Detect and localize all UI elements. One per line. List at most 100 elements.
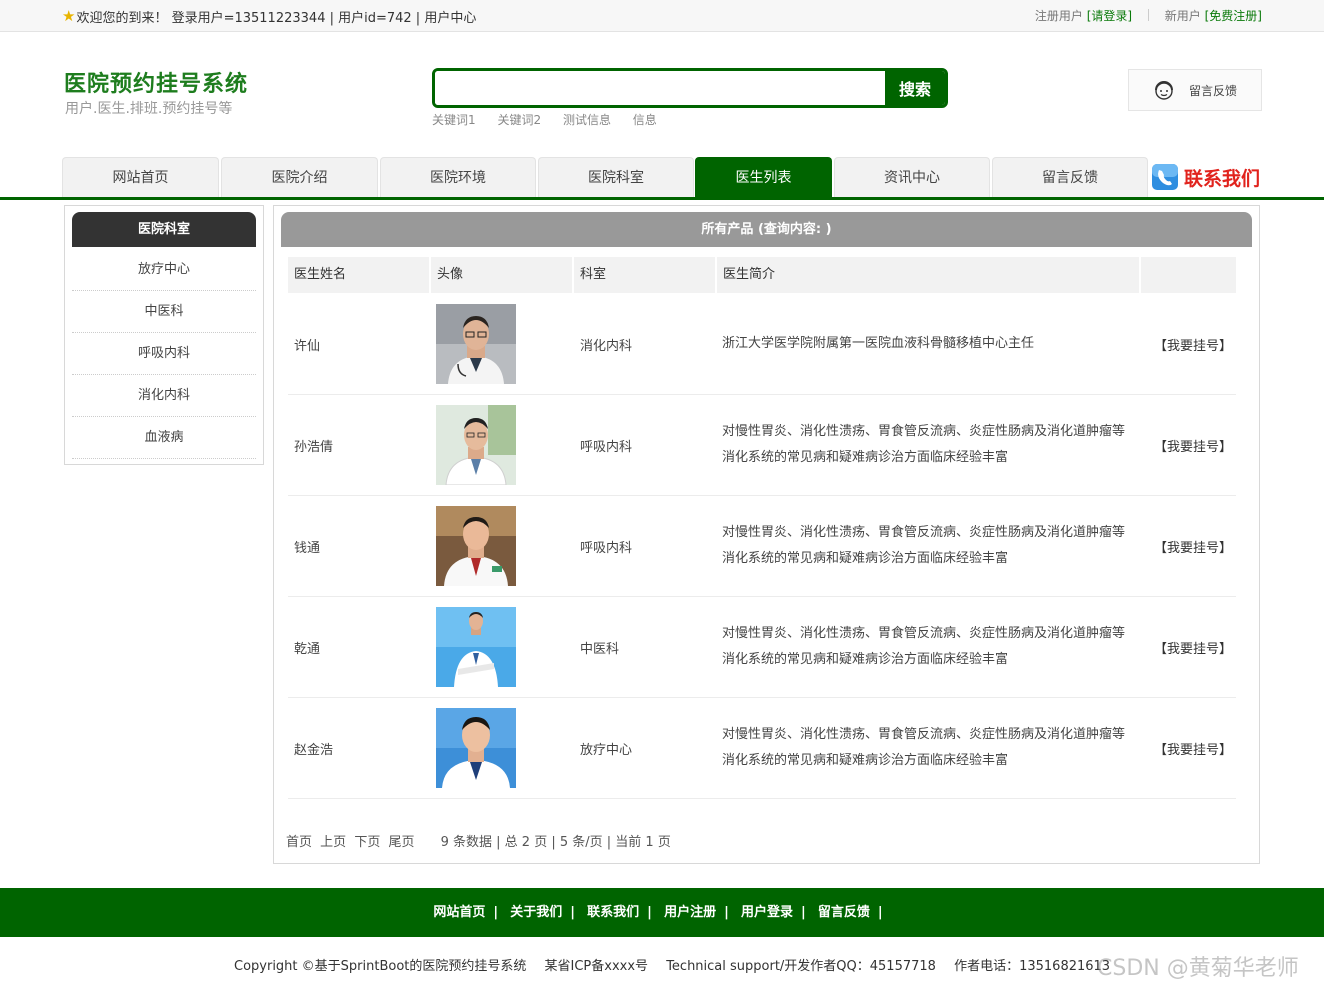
auth-links: 注册用户 [请登录] 新用户 [免费注册] (1035, 7, 1262, 24)
register-link[interactable]: [免费注册] (1205, 9, 1262, 23)
copyright: Copyright ©基于SprintBoot的医院预约挂号系统 某省ICP备x… (234, 955, 1124, 974)
contact-label: 联系我们 (1184, 167, 1261, 190)
page-info: 9 条数据 | 总 2 页 | 5 条/页 | 当前 1 页 (440, 835, 671, 850)
doctor-intro: 对慢性胃炎、消化性溃疡、胃食管反流病、炎症性肠病及消化道肿瘤等消化系统的常见病和… (722, 424, 1126, 465)
tab-home[interactable]: 网站首页 (62, 157, 219, 197)
divider: | (647, 905, 652, 920)
keyword-link[interactable]: 测试信息 (563, 113, 611, 127)
search-button[interactable]: 搜索 (885, 71, 945, 105)
copyright-text: Copyright ©基于SprintBoot的医院预约挂号系统 (234, 959, 527, 974)
register-prefix: 注册用户 (1034, 9, 1083, 23)
page-last[interactable]: 尾页 (388, 835, 414, 850)
site-subtitle: 用户.医生.排班.预约挂号等 (65, 101, 233, 117)
contact-us[interactable]: 联系我们 (1151, 163, 1260, 191)
welcome-text[interactable]: 欢迎您的到来！ 登录用户=13511223344 | 用户id=742 | 用户… (76, 7, 476, 26)
headset-icon (1155, 81, 1173, 100)
search-input[interactable] (435, 71, 887, 105)
login-link[interactable]: [请登录] (1087, 9, 1132, 23)
footer-link-home[interactable]: 网站首页 (433, 905, 485, 920)
feedback-button[interactable]: 留言反馈 (1128, 69, 1262, 111)
doctor-avatar[interactable] (436, 607, 516, 687)
footer-link-feedback[interactable]: 留言反馈 (818, 905, 870, 920)
doctor-department: 呼吸内科 (580, 439, 633, 455)
book-appointment-link[interactable]: 【我要挂号】 (1154, 698, 1232, 798)
table-row: 赵金浩 放疗中心 对慢性胃炎、消化性溃疡、胃食管反流病、炎症性肠病及消化道肿瘤等… (288, 698, 1236, 799)
tab-news[interactable]: 资讯中心 (834, 157, 990, 197)
doctor-avatar[interactable] (436, 506, 516, 586)
doctor-name: 孙浩倩 (294, 439, 334, 455)
doctor-name: 钱通 (294, 540, 321, 556)
doctor-intro: 对慢性胃炎、消化性溃疡、胃食管反流病、炎症性肠病及消化道肿瘤等消化系统的常见病和… (722, 626, 1126, 667)
sidebar-item-respiratory[interactable]: 呼吸内科 (72, 333, 256, 375)
book-appointment-link[interactable]: 【我要挂号】 (1154, 395, 1232, 495)
doctor-avatar[interactable] (436, 405, 516, 485)
table-row: 钱通 呼吸内科 对慢性胃炎、消化性溃疡、胃食管反流病、炎症性肠病及消化道肿瘤等消… (288, 496, 1236, 597)
doctor-name: 赵金浩 (294, 742, 334, 758)
tab-departments[interactable]: 医院科室 (538, 157, 694, 197)
sidebar-item-tcm[interactable]: 中医科 (72, 291, 256, 333)
sidebar-item-gastro[interactable]: 消化内科 (72, 375, 256, 417)
page-prev[interactable]: 上页 (320, 835, 346, 850)
doctor-intro: 对慢性胃炎、消化性溃疡、胃食管反流病、炎症性肠病及消化道肿瘤等消化系统的常见病和… (722, 727, 1126, 768)
tab-feedback[interactable]: 留言反馈 (992, 157, 1148, 197)
tab-hospital-env[interactable]: 医院环境 (380, 157, 536, 197)
doctor-department: 呼吸内科 (580, 540, 633, 556)
footer-link-register[interactable]: 用户注册 (664, 905, 716, 920)
divider (1147, 9, 1149, 21)
book-appointment-link[interactable]: 【我要挂号】 (1154, 597, 1232, 697)
column-header: 头像 (431, 257, 572, 293)
department-sidebar: 医院科室 放疗中心 中医科 呼吸内科 消化内科 血液病 (64, 205, 264, 465)
watermark: CSDN @黄菊华老师 (1097, 956, 1299, 981)
divider: | (570, 905, 576, 920)
doctor-avatar[interactable] (436, 708, 516, 788)
search-box: 搜索 (432, 68, 948, 108)
divider: | (493, 905, 499, 920)
footer-link-about[interactable]: 关于我们 (510, 905, 562, 920)
main-nav: 网站首页 医院介绍 医院环境 医院科室 医生列表 资讯中心 留言反馈 (0, 157, 1324, 200)
support-text: Technical support/开发作者QQ：45157718 (666, 959, 936, 974)
doctor-department: 中医科 (580, 641, 620, 657)
phone-icon (1152, 164, 1178, 190)
sidebar-item-hematology[interactable]: 血液病 (72, 417, 256, 459)
keyword-link[interactable]: 信息 (633, 113, 657, 127)
doctor-avatar[interactable] (436, 304, 516, 384)
new-user-prefix: 新用户 (1164, 9, 1201, 23)
column-header: 科室 (574, 257, 715, 293)
pagination: 首页 上页 下页 尾页 9 条数据 | 总 2 页 | 5 条/页 | 当前 1… (286, 831, 671, 850)
doctor-name: 乾通 (294, 641, 321, 657)
panel-title: 所有产品 (查询内容: ) (281, 212, 1252, 247)
icp-text: 某省ICP备xxxx号 (544, 959, 649, 974)
divider: | (724, 905, 729, 920)
column-header: 医生简介 (717, 257, 1139, 293)
doctor-intro: 浙江大学医学院附属第一医院血液科骨髓移植中心主任 (722, 336, 1035, 351)
doctor-intro: 对慢性胃炎、消化性溃疡、胃食管反流病、炎症性肠病及消化道肿瘤等消化系统的常见病和… (722, 525, 1126, 566)
book-appointment-link[interactable]: 【我要挂号】 (1154, 496, 1232, 596)
divider: | (800, 905, 806, 920)
star-icon: ★ (62, 7, 76, 25)
table-row: 许仙 消化内科 浙江大学医学院附属第一医院血液科骨髓移植中心主任 【我要挂号】 (288, 294, 1236, 395)
site-title: 医院预约挂号系统 (64, 72, 249, 97)
tab-doctor-list[interactable]: 医生列表 (695, 157, 832, 197)
hot-keywords: 关键词1 关键词2 测试信息 信息 (432, 111, 675, 128)
top-bar: ★ 欢迎您的到来！ 登录用户=13511223344 | 用户id=742 | … (0, 0, 1324, 32)
doctor-name: 许仙 (294, 338, 321, 354)
sidebar-title: 医院科室 (72, 212, 256, 247)
sidebar-item-radiotherapy[interactable]: 放疗中心 (72, 249, 256, 291)
footer-link-contact[interactable]: 联系我们 (587, 905, 639, 920)
table-row: 乾通 中医科 对慢性胃炎、消化性溃疡、胃食管反流病、炎症性肠病及消化道肿瘤等消化… (288, 597, 1236, 698)
footer-link-login[interactable]: 用户登录 (741, 905, 793, 920)
page-next[interactable]: 下页 (354, 835, 380, 850)
doctor-list-panel: 所有产品 (查询内容: ) 医生姓名 头像 科室 医生简介 许仙 消化内科 浙江… (273, 205, 1260, 864)
feedback-label: 留言反馈 (1189, 83, 1238, 98)
divider: | (877, 905, 883, 920)
keyword-link[interactable]: 关键词1 (432, 113, 476, 127)
book-appointment-link[interactable]: 【我要挂号】 (1154, 294, 1232, 394)
tab-hospital-intro[interactable]: 医院介绍 (221, 157, 378, 197)
doctor-department: 消化内科 (580, 338, 633, 354)
page-first[interactable]: 首页 (286, 835, 312, 850)
table-row: 孙浩倩 呼吸内科 对慢性胃炎、消化性溃疡、胃食管反流病、炎症性肠病及消化道肿瘤等… (288, 395, 1236, 496)
welcome-bar: ★ 欢迎您的到来！ 登录用户=13511223344 | 用户id=742 | … (62, 7, 476, 27)
doctor-department: 放疗中心 (580, 742, 633, 758)
column-header (1141, 257, 1236, 293)
keyword-link[interactable]: 关键词2 (497, 113, 541, 127)
